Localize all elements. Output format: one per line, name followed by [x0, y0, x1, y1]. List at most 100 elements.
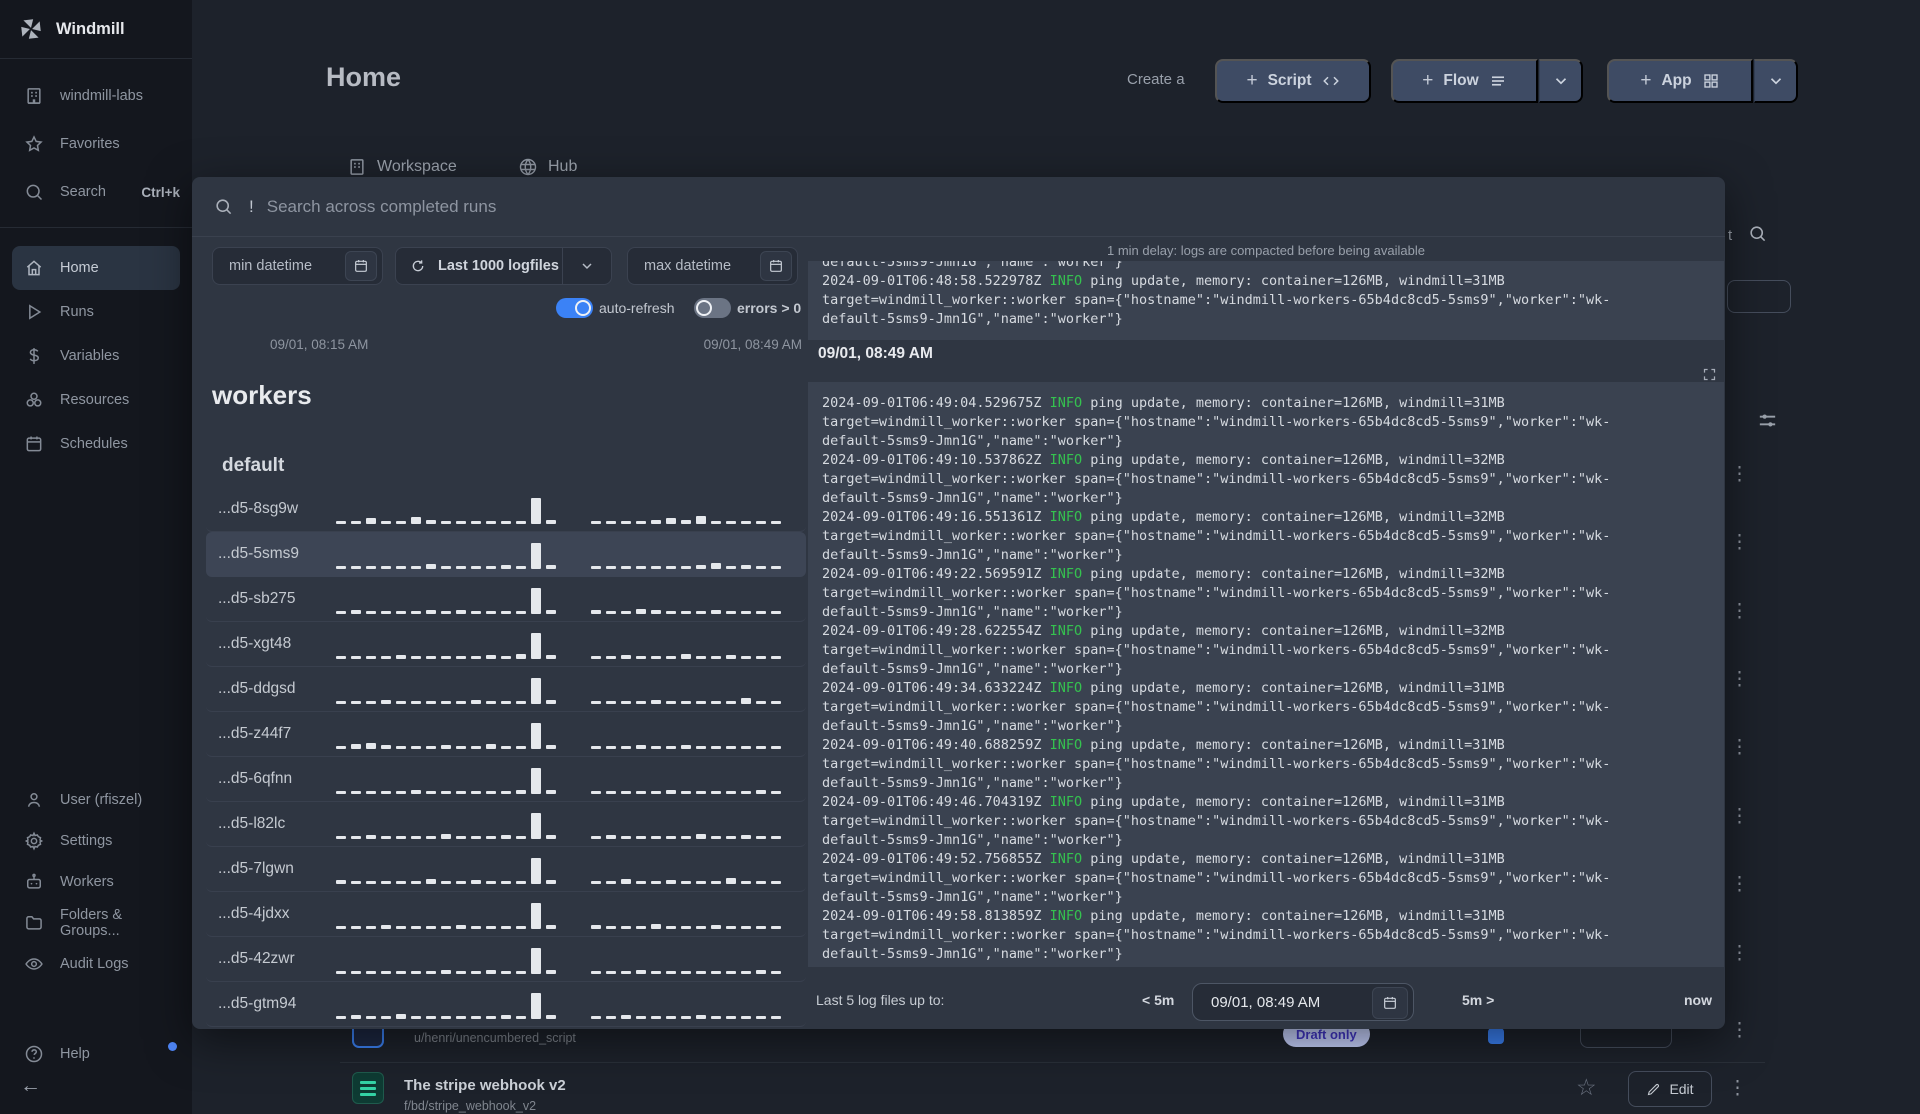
chevron-down-icon[interactable]	[562, 248, 611, 284]
worker-name: ...d5-gtm94	[218, 995, 297, 1012]
worker-row-d5-sb275[interactable]: ...d5-sb275	[206, 577, 806, 622]
sidebar-item-workers[interactable]: Workers	[0, 861, 192, 902]
app-title: Windmill	[56, 19, 125, 38]
play-icon	[24, 302, 44, 322]
sliders-icon[interactable]	[1756, 409, 1779, 432]
min-datetime-input[interactable]: min datetime	[212, 247, 383, 285]
log-block-current: 2024-09-01T06:49:04.529675Z INFO ping up…	[808, 382, 1724, 967]
errors-toggle[interactable]	[694, 298, 731, 318]
log-line: default-5sms9-Jmn1G","name":"worker"}	[822, 547, 1123, 563]
sidebar-top-group: windmill-labs Favorites Search Ctrl+k	[0, 59, 192, 228]
expand-icon[interactable]	[1702, 367, 1717, 382]
sidebar-item-label: Workers	[60, 873, 114, 890]
worker-row-d5-ddgsd[interactable]: ...d5-ddgsd	[206, 667, 806, 712]
worker-activity-sparkline	[336, 629, 786, 659]
sidebar-item-label: Audit Logs	[60, 955, 129, 972]
app-dropdown-button[interactable]	[1754, 59, 1798, 103]
search-icon[interactable]	[1748, 224, 1767, 243]
log-line: target=windmill_worker::worker span={"ho…	[822, 927, 1611, 943]
row-divider	[340, 1062, 1765, 1063]
sidebar-item-schedules[interactable]: Schedules	[12, 422, 180, 466]
sidebar-item-help[interactable]: Help	[0, 1030, 192, 1078]
worker-row-d5-l82lc[interactable]: ...d5-l82lc	[206, 802, 806, 847]
worker-name: ...d5-4jdxx	[218, 905, 290, 922]
sidebar-item-audit-logs[interactable]: Audit Logs	[0, 943, 192, 984]
sidebar-item-home[interactable]: Home	[12, 246, 180, 290]
log-level-badge: INFO	[1049, 851, 1083, 867]
worker-name: ...d5-z44f7	[218, 725, 292, 742]
worker-row-d5-5sms9[interactable]: ...d5-5sms9	[206, 532, 806, 577]
worker-row-d5-z44f7[interactable]: ...d5-z44f7	[206, 712, 806, 757]
worker-activity-sparkline	[336, 764, 786, 794]
now-button[interactable]: now	[1684, 992, 1712, 1008]
flow-item-icon	[352, 1072, 384, 1104]
worker-row-d5-4jdxx[interactable]: ...d5-4jdxx	[206, 892, 806, 937]
windmill-app: Windmill windmill-labs Favorites Search Ctr…	[0, 0, 1920, 1114]
log-line: target=windmill_worker::worker span={"ho…	[822, 414, 1611, 430]
keyboard-shortcut: Ctrl+k	[141, 184, 180, 200]
worker-row-d5-xgt48[interactable]: ...d5-xgt48	[206, 622, 806, 667]
kebab-menu-icon[interactable]: ⋮	[1728, 1079, 1747, 1098]
kebab-menu-icon[interactable]: ⋮	[1730, 944, 1749, 963]
search-icon	[216, 199, 232, 215]
worker-row-d5-8sg9w[interactable]: ...d5-8sg9w	[206, 487, 806, 532]
search-input[interactable]	[266, 196, 1725, 217]
log-level-badge: INFO	[1049, 452, 1083, 468]
worker-name: ...d5-sb275	[218, 590, 296, 607]
sidebar-item-label: User (rfiszel)	[60, 791, 143, 808]
log-line: target=windmill_worker::worker span={"ho…	[822, 642, 1611, 658]
calendar-icon[interactable]	[345, 251, 377, 281]
create-app-button[interactable]: + App	[1607, 59, 1753, 103]
calendar-icon[interactable]	[1372, 987, 1408, 1019]
sidebar-item-folders-groups[interactable]: Folders & Groups...	[0, 902, 192, 943]
search-icon	[24, 182, 44, 202]
create-app-label: App	[1661, 72, 1692, 89]
app-logo[interactable]: Windmill	[0, 0, 192, 59]
completed-runs-search-panel: ! min datetime Last 1000 logfiles max da…	[192, 177, 1725, 1029]
kebab-menu-icon[interactable]: ⋮	[1730, 807, 1749, 826]
flow-dropdown-button[interactable]	[1539, 59, 1583, 103]
sidebar-item-user-rfiszel[interactable]: User (rfiszel)	[0, 779, 192, 820]
tab-hub-label: Hub	[548, 158, 578, 175]
log-line-partial: default-5sms9-Jmn1G","name":"worker"}	[822, 261, 1123, 270]
log-datetime-input[interactable]: 09/01, 08:49 AM	[1192, 983, 1414, 1021]
favorite-star-icon[interactable]: ☆	[1576, 1074, 1597, 1101]
worker-row-d5-42zwr[interactable]: ...d5-42zwr	[206, 937, 806, 982]
kebab-menu-icon[interactable]: ⋮	[1730, 465, 1749, 484]
back-5m-button[interactable]: < 5m	[1142, 992, 1174, 1008]
forward-5m-button[interactable]: 5m >	[1462, 992, 1494, 1008]
sidebar-item-label: Home	[60, 260, 99, 276]
kebab-menu-icon[interactable]: ⋮	[1730, 602, 1749, 621]
log-line: 2024-09-01T06:49:58.813859Z INFO ping up…	[822, 908, 1505, 924]
worker-activity-sparkline	[336, 809, 786, 839]
kebab-menu-icon[interactable]: ⋮	[1730, 533, 1749, 552]
sidebar-item-resources[interactable]: Resources	[12, 378, 180, 422]
calendar-icon	[24, 434, 44, 454]
logfiles-selector[interactable]: Last 1000 logfiles	[395, 247, 612, 285]
sidebar-item-favorites[interactable]: Favorites	[0, 120, 192, 168]
sidebar-item-search[interactable]: Search Ctrl+k	[0, 168, 192, 216]
collapse-sidebar-button[interactable]: ←	[20, 1074, 41, 1098]
auto-refresh-toggle[interactable]	[556, 298, 593, 318]
kebab-menu-icon[interactable]: ⋮	[1730, 875, 1749, 894]
calendar-icon[interactable]	[760, 251, 792, 281]
sidebar-item-variables[interactable]: Variables	[12, 334, 180, 378]
kebab-menu-icon[interactable]: ⋮	[1730, 738, 1749, 757]
refresh-icon	[412, 260, 424, 272]
worker-row-d5-7lgwn[interactable]: ...d5-7lgwn	[206, 847, 806, 892]
kebab-menu-icon[interactable]: ⋮	[1730, 670, 1749, 689]
worker-row-d5-gtm94[interactable]: ...d5-gtm94	[206, 982, 806, 1027]
edit-button[interactable]: Edit	[1628, 1071, 1712, 1107]
log-delay-notice: 1 min delay: logs are compacted before b…	[1107, 243, 1425, 258]
create-flow-button[interactable]: + Flow	[1391, 59, 1538, 103]
log-footer-label: Last 5 log files up to:	[816, 992, 945, 1008]
kebab-menu-icon[interactable]: ⋮	[1730, 1021, 1749, 1040]
sidebar-item-settings[interactable]: Settings	[0, 820, 192, 861]
sidebar-item-windmill-labs[interactable]: windmill-labs	[0, 72, 192, 120]
grid-icon	[1703, 74, 1718, 88]
worker-row-d5-6qfnn[interactable]: ...d5-6qfnn	[206, 757, 806, 802]
sidebar-item-runs[interactable]: Runs	[12, 290, 180, 334]
create-script-button[interactable]: + Script	[1215, 59, 1371, 103]
max-datetime-input[interactable]: max datetime	[627, 247, 798, 285]
building-icon	[24, 86, 44, 106]
